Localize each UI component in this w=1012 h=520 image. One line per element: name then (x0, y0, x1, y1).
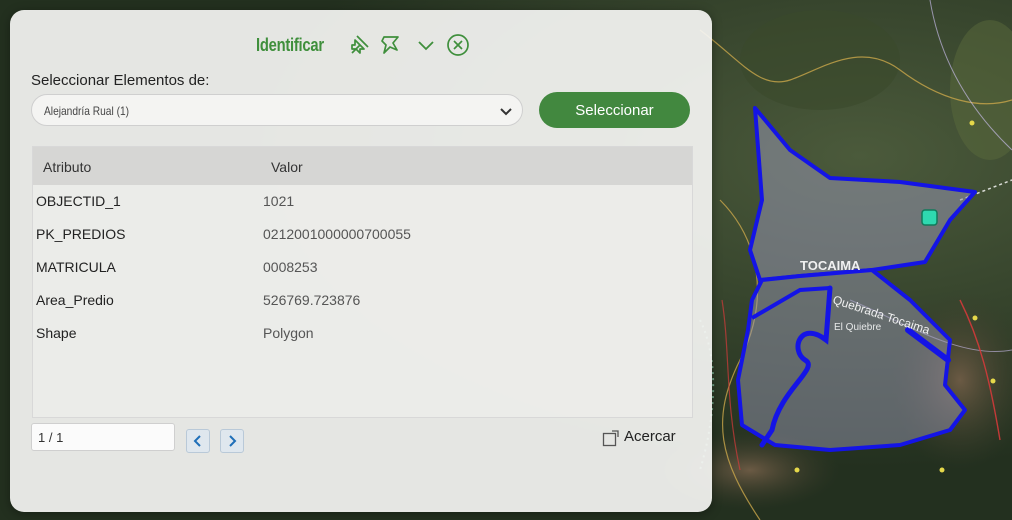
column-header-value: Valor (271, 159, 303, 175)
chevron-down-icon[interactable] (413, 32, 439, 58)
attribute-value: 1021 (263, 193, 295, 209)
table-row: Shape Polygon (33, 317, 692, 350)
select-button[interactable]: Seleccionar (539, 92, 690, 128)
select-elements-label: Seleccionar Elementos de: (31, 72, 210, 89)
pin-outline-icon[interactable] (378, 32, 404, 58)
map-label-place: El Quiebre (834, 322, 882, 333)
map-point (794, 467, 800, 473)
page-input[interactable] (31, 423, 175, 451)
map-terrain-patch (740, 10, 900, 110)
pin-icon[interactable] (347, 32, 373, 58)
identify-panel: Identificar Seleccionar Elementos de: Al… (10, 10, 712, 512)
table-row: Area_Predio 526769.723876 (33, 284, 692, 317)
map-point (969, 120, 975, 126)
map-point (939, 467, 945, 473)
table-row: MATRICULA 0008253 (33, 251, 692, 284)
chevron-right-icon (229, 435, 237, 447)
chevron-left-icon (193, 435, 201, 447)
attribute-name: OBJECTID_1 (36, 193, 121, 209)
map-point (972, 315, 978, 321)
chevron-down-icon (500, 108, 512, 116)
attribute-name: PK_PREDIOS (36, 226, 126, 242)
attribute-name: MATRICULA (36, 259, 116, 275)
selected-marker[interactable] (921, 209, 938, 226)
zoom-to-icon (602, 430, 619, 447)
layer-select[interactable]: Alejandría Rual (1) (31, 94, 523, 126)
table-header: Atributo Valor (33, 147, 692, 185)
panel-title: Identificar (256, 35, 324, 55)
attribute-value: Polygon (263, 325, 314, 341)
map-label-town: TOCAIMA (800, 258, 861, 273)
attribute-value: 0212001000000700055 (263, 226, 411, 242)
column-header-attribute: Atributo (43, 159, 92, 175)
attribute-name: Area_Predio (36, 292, 114, 308)
attribute-table: Atributo Valor OBJECTID_1 1021 PK_PREDIO… (32, 146, 693, 418)
zoom-to-label: Acercar (624, 428, 676, 445)
attribute-name: Shape (36, 325, 77, 341)
layer-select-value: Alejandría Rual (1) (44, 104, 130, 118)
map-point (990, 378, 996, 384)
table-row: OBJECTID_1 1021 (33, 185, 692, 218)
prev-page-button[interactable] (186, 429, 210, 453)
next-page-button[interactable] (220, 429, 244, 453)
attribute-value: 526769.723876 (263, 292, 361, 308)
attribute-value: 0008253 (263, 259, 318, 275)
table-row: PK_PREDIOS 0212001000000700055 (33, 218, 692, 251)
close-circle-icon[interactable] (445, 32, 471, 58)
